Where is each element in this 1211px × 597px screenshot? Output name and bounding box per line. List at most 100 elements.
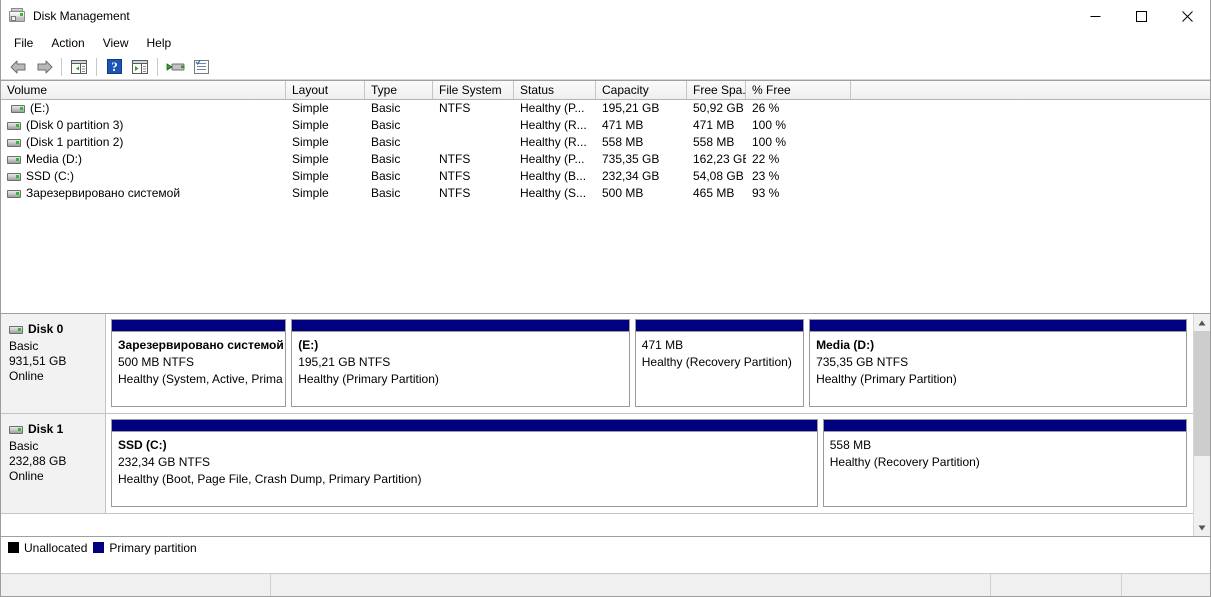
cell-percent-free: 22 %: [752, 152, 780, 166]
partition-color-bar: [823, 420, 1186, 432]
partition-status: Healthy (System, Active, Prima: [118, 372, 283, 386]
partition-details: 558 MB Healthy (Recovery Partition): [823, 432, 1186, 506]
partition-block[interactable]: 558 MB Healthy (Recovery Partition): [822, 419, 1187, 507]
table-row[interactable]: SSD (C:) Simple Basic NTFS Healthy (B... 232,…: [1, 168, 1210, 185]
table-row[interactable]: (Disk 0 partition 3) Simple Basic Healthy (…: [1, 117, 1210, 134]
table-row[interactable]: (E:) Simple Basic NTFS Healthy (P... 195,21 G…: [1, 100, 1210, 117]
cell-status: Healthy (P...: [520, 101, 585, 115]
table-row[interactable]: (Disk 1 partition 2) Simple Basic Healthy (…: [1, 134, 1210, 151]
toolbar-separator: [96, 57, 97, 76]
volume-label: (Disk 1 partition 2): [26, 135, 124, 149]
properties-icon[interactable]: [188, 55, 214, 79]
column-header-status[interactable]: Status: [514, 81, 596, 99]
cell-status: Healthy (R...: [520, 135, 587, 149]
column-header-spacer: [851, 81, 1210, 99]
disk-title: Disk 0: [9, 322, 105, 337]
partition-block[interactable]: 471 MB Healthy (Recovery Partition): [634, 319, 805, 407]
maximize-button[interactable]: [1118, 0, 1164, 32]
cell-free-space: 54,08 GB: [693, 169, 744, 183]
cell-capacity: 558 MB: [602, 135, 644, 149]
cell-layout: Simple: [292, 118, 329, 132]
help-icon[interactable]: ?: [101, 55, 127, 79]
minimize-button[interactable]: [1072, 0, 1118, 32]
disk-size: 232,88 GB: [9, 454, 67, 468]
volume-name-cell: SSD (C:): [1, 168, 286, 185]
disk-info-panel[interactable]: Disk 0 Basic 931,51 GB Online: [1, 314, 106, 413]
legend: Unallocated Primary partition: [1, 536, 1210, 558]
cell-type: Basic: [371, 135, 401, 149]
partition-label: Зарезервировано системой: [118, 338, 284, 352]
partition-status: Healthy (Primary Partition): [298, 372, 439, 386]
menu-file[interactable]: File: [5, 33, 42, 53]
volume-drive-icon: [7, 138, 21, 147]
volume-list-header: Volume Layout Type File System Status Capacit…: [1, 81, 1210, 100]
legend-label: Unallocated: [24, 540, 88, 555]
partition-color-bar: [112, 320, 286, 332]
partition-status: Healthy (Boot, Page File, Crash Dump, Pr…: [118, 472, 422, 486]
partition-status: Healthy (Recovery Partition): [641, 355, 792, 369]
table-row[interactable]: Media (D:) Simple Basic NTFS Healthy (P... 73…: [1, 151, 1210, 168]
show-hide-action-pane-icon[interactable]: [127, 55, 153, 79]
cell-layout: Simple: [292, 186, 329, 200]
column-header-file-system[interactable]: File System: [433, 81, 514, 99]
cell-type: Basic: [371, 169, 401, 183]
partition-label: (E:): [298, 338, 319, 352]
disk-info-panel[interactable]: Disk 1 Basic 232,88 GB Online: [1, 414, 106, 513]
disk-drive-icon: [9, 325, 23, 334]
scroll-down-icon[interactable]: [1194, 519, 1210, 536]
close-button[interactable]: [1164, 0, 1210, 32]
volume-name-cell: (E:): [1, 100, 286, 117]
partition-block[interactable]: (E:) 195,21 GB NTFS Healthy (Primary Parti…: [291, 319, 630, 407]
cell-layout: Simple: [292, 169, 329, 183]
cell-type: Basic: [371, 152, 401, 166]
graphical-view-scrollbar[interactable]: [1193, 314, 1210, 536]
column-header-layout[interactable]: Layout: [286, 81, 365, 99]
partition-size: 500 MB NTFS: [118, 355, 195, 369]
column-header-volume[interactable]: Volume: [1, 81, 286, 99]
volume-name-cell: Media (D:): [1, 151, 286, 168]
table-row[interactable]: Зарезервировано системой Simple Basic NTFS H…: [1, 185, 1210, 202]
partition-label: SSD (C:): [118, 438, 167, 452]
disk-size: 931,51 GB: [9, 354, 67, 368]
cell-status: Healthy (S...: [520, 186, 587, 200]
cell-file-system: NTFS: [439, 169, 471, 183]
column-header-free-spa[interactable]: Free Spa...: [687, 81, 746, 99]
toolbar: ?: [1, 54, 1210, 80]
partition-status: Healthy (Primary Partition): [816, 372, 957, 386]
scroll-up-icon[interactable]: [1194, 314, 1210, 331]
partition-size: 735,35 GB NTFS: [816, 355, 909, 369]
volume-name-cell: Зарезервировано системой: [1, 185, 286, 202]
forward-icon[interactable]: [31, 55, 57, 79]
menu-view[interactable]: View: [94, 33, 138, 53]
cell-type: Basic: [371, 118, 401, 132]
cell-percent-free: 26 %: [752, 101, 780, 115]
menu-action[interactable]: Action: [42, 33, 93, 53]
disk-drive-icon: [9, 425, 23, 434]
column-header-type[interactable]: Type: [365, 81, 433, 99]
cell-layout: Simple: [292, 152, 329, 166]
volume-label: (E:): [30, 101, 50, 115]
partition-color-bar: [635, 320, 804, 332]
partition-size: 232,34 GB NTFS: [118, 455, 211, 469]
partition-block[interactable]: Зарезервировано системой 500 MB NTFS Healt…: [111, 319, 287, 407]
partition-color-bar: [292, 320, 629, 332]
toolbar-separator: [61, 57, 62, 76]
volume-name-cell: (Disk 0 partition 3): [1, 117, 286, 134]
partition-size: 471 MB: [641, 338, 684, 352]
cell-free-space: 50,92 GB: [693, 101, 744, 115]
back-icon[interactable]: [5, 55, 31, 79]
legend-item: Primary partition: [93, 541, 197, 555]
partition-block[interactable]: Media (D:) 735,35 GB NTFS Healthy (Primary…: [809, 319, 1187, 407]
disk-state: Online: [9, 369, 44, 383]
cell-percent-free: 93 %: [752, 186, 780, 200]
column-header-capacity[interactable]: Capacity: [596, 81, 687, 99]
cell-file-system: NTFS: [439, 186, 471, 200]
partition-strip: SSD (C:) 232,34 GB NTFS Healthy (Boot, Pag…: [106, 414, 1193, 513]
show-hide-console-tree-icon[interactable]: [66, 55, 92, 79]
column-header-free[interactable]: % Free: [746, 81, 851, 99]
menu-help[interactable]: Help: [138, 33, 181, 53]
scrollbar-thumb[interactable]: [1194, 331, 1210, 456]
partition-block[interactable]: SSD (C:) 232,34 GB NTFS Healthy (Boot, Pag…: [111, 419, 818, 507]
rescan-disks-icon[interactable]: [162, 55, 188, 79]
cell-type: Basic: [371, 101, 401, 115]
